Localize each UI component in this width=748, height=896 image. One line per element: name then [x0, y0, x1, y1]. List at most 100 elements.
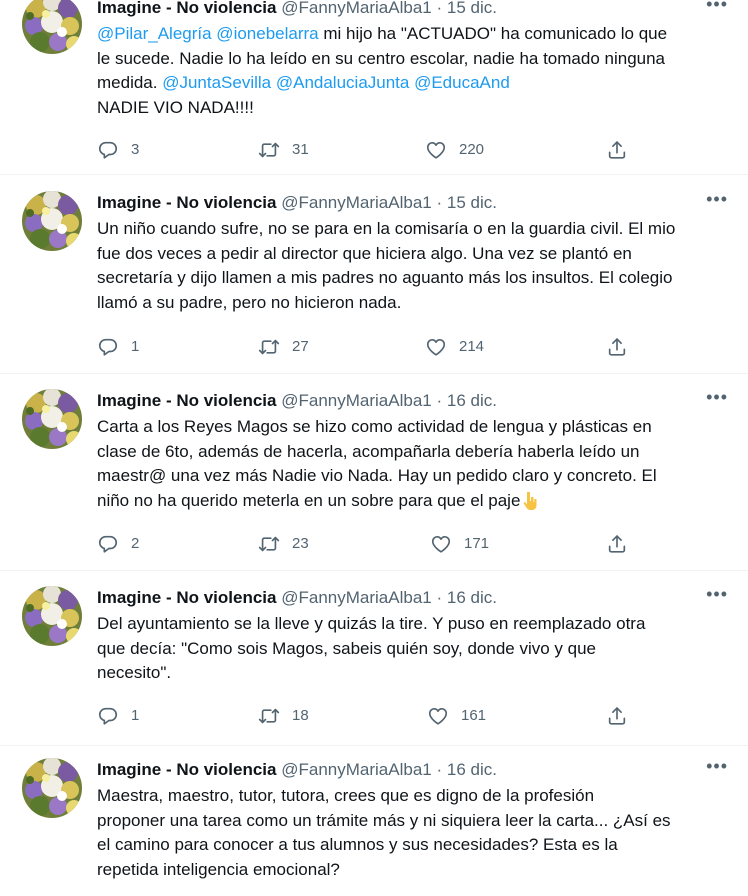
tweet-text: @Pilar_Alegría @ionebelarra mi hijo ha "…: [97, 22, 725, 120]
avatar[interactable]: [22, 389, 82, 449]
reply-count: 3: [131, 141, 140, 158]
text-line: necesito".: [97, 663, 172, 682]
tweet-text: Maestra, maestro, tutor, tutora, crees q…: [97, 784, 725, 882]
tweet-4[interactable]: Imagine - No violencia @FannyMariaAlba1 …: [0, 584, 748, 746]
action-bar: 1 18 161: [97, 705, 637, 729]
reply-button[interactable]: 2: [97, 533, 139, 555]
author-handle[interactable]: @FannyMariaAlba1: [281, 760, 432, 779]
share-icon: [606, 336, 628, 358]
like-count: 161: [461, 707, 487, 724]
retweet-icon: [258, 533, 280, 555]
text-line: fue dos veces a pedir al director que hi…: [97, 243, 632, 263]
like-count: 171: [464, 535, 490, 552]
like-button[interactable]: 161: [427, 705, 486, 727]
author-name[interactable]: Imagine - No violencia: [97, 760, 277, 779]
more-dots-icon[interactable]: •••: [706, 0, 728, 15]
reply-icon: [97, 533, 119, 555]
share-button[interactable]: [606, 139, 628, 161]
tweet-date[interactable]: 15 dic.: [447, 0, 497, 17]
text-line: llamó a su padre, pero no hicieron nada.: [97, 292, 402, 312]
reply-button[interactable]: 1: [97, 705, 139, 727]
author-name[interactable]: Imagine - No violencia: [97, 0, 277, 17]
tweet-text: Del ayuntamiento se la lleve y quizás la…: [97, 612, 725, 686]
text-line: NADIE VIO NADA!!!!: [97, 97, 254, 117]
text-line: que decía: "Como sois Magos, sabeis quié…: [97, 638, 597, 658]
mention-link[interactable]: @Pilar_Alegría @ionebelarra: [97, 24, 319, 43]
reply-button[interactable]: 3: [97, 139, 139, 161]
share-button[interactable]: [606, 533, 628, 555]
author-name[interactable]: Imagine - No violencia: [97, 391, 277, 410]
text-segment: mi hijo ha "ACTUADO" ha comunicado lo qu…: [318, 24, 668, 43]
tweet-date[interactable]: 16 dic.: [447, 391, 497, 410]
reply-icon: [97, 139, 119, 161]
heart-icon: [430, 533, 452, 555]
tweet-text: Un niño cuando sufre, no se para en la c…: [97, 217, 725, 315]
retweet-button[interactable]: 18: [258, 705, 309, 727]
reply-icon: [97, 336, 119, 358]
author-name[interactable]: Imagine - No violencia: [97, 588, 277, 607]
retweet-button[interactable]: 31: [258, 139, 309, 161]
tweet-1[interactable]: Imagine - No violencia @FannyMariaAlba1 …: [0, 0, 748, 175]
heart-icon: [425, 139, 447, 161]
separator: ·: [436, 391, 443, 410]
more-dots-icon[interactable]: •••: [706, 189, 728, 210]
more-dots-icon[interactable]: •••: [706, 387, 728, 408]
tweet-date[interactable]: 15 dic.: [447, 193, 497, 212]
tweet-date[interactable]: 16 dic.: [447, 588, 497, 607]
tweet-2[interactable]: Imagine - No violencia @FannyMariaAlba1 …: [0, 189, 748, 374]
reply-count: 1: [131, 707, 140, 724]
reply-button[interactable]: 1: [97, 336, 139, 358]
heart-icon: [427, 705, 449, 727]
text-line: el camino para conocer a tus alumnos y s…: [97, 835, 618, 854]
separator: ·: [436, 588, 443, 607]
tweet-header: Imagine - No violencia @FannyMariaAlba1 …: [97, 0, 497, 20]
like-button[interactable]: 171: [430, 533, 489, 555]
avatar[interactable]: [22, 0, 82, 54]
tweet-3[interactable]: Imagine - No violencia @FannyMariaAlba1 …: [0, 387, 748, 571]
retweet-icon: [258, 336, 280, 358]
tweet-5[interactable]: Imagine - No violencia @FannyMariaAlba1 …: [0, 756, 748, 896]
retweet-button[interactable]: 23: [258, 533, 309, 555]
tweet-header: Imagine - No violencia @FannyMariaAlba1 …: [97, 391, 497, 413]
avatar[interactable]: [22, 586, 82, 646]
share-icon: [606, 139, 628, 161]
author-handle[interactable]: @FannyMariaAlba1: [281, 0, 432, 17]
action-bar: 3 31 220: [97, 139, 637, 163]
text-line: le sucede. Nadie lo ha leído en su centr…: [97, 48, 666, 68]
text-line: Maestra, maestro, tutor, tutora, crees q…: [97, 786, 595, 805]
text-segment: medida.: [97, 73, 163, 92]
text-line: Carta a los Reyes Magos se hizo como act…: [97, 417, 652, 436]
reply-count: 2: [131, 535, 140, 552]
retweet-count: 31: [292, 141, 309, 158]
tweet-header: Imagine - No violencia @FannyMariaAlba1 …: [97, 588, 497, 610]
avatar[interactable]: [22, 758, 82, 818]
tweet-date[interactable]: 16 dic.: [447, 760, 497, 779]
mention-link[interactable]: @JuntaSevilla @AndaluciaJunta @EducaAnd: [162, 73, 510, 92]
text-segment: niño no ha querido meterla en un sobre p…: [97, 490, 521, 510]
tweet-header: Imagine - No violencia @FannyMariaAlba1 …: [97, 193, 497, 215]
like-button[interactable]: 220: [425, 139, 484, 161]
heart-icon: [425, 336, 447, 358]
retweet-button[interactable]: 27: [258, 336, 309, 358]
reply-count: 1: [131, 338, 140, 355]
text-line: maestr@ una vez más Nadie vio Nada. Hay …: [97, 466, 657, 485]
author-handle[interactable]: @FannyMariaAlba1: [281, 391, 432, 410]
text-line: clase de 6to, además de hacerla, acompañ…: [97, 441, 640, 461]
share-button[interactable]: [606, 705, 628, 727]
retweet-count: 27: [292, 338, 309, 355]
more-dots-icon[interactable]: •••: [706, 584, 728, 605]
share-icon: [606, 705, 628, 727]
more-dots-icon[interactable]: •••: [706, 756, 728, 777]
author-handle[interactable]: @FannyMariaAlba1: [281, 193, 432, 212]
action-bar: 2 23 171: [97, 533, 637, 557]
author-handle[interactable]: @FannyMariaAlba1: [281, 588, 432, 607]
avatar[interactable]: [22, 191, 82, 251]
separator: ·: [436, 760, 443, 779]
author-name[interactable]: Imagine - No violencia: [97, 193, 277, 212]
text-line: proponer una tarea como un trámite más y…: [97, 810, 671, 830]
share-button[interactable]: [606, 336, 628, 358]
text-line: Del ayuntamiento se la lleve y quizás la…: [97, 614, 646, 633]
separator: ·: [436, 0, 443, 17]
like-button[interactable]: 214: [425, 336, 484, 358]
tweet-text: Carta a los Reyes Magos se hizo como act…: [97, 415, 725, 513]
